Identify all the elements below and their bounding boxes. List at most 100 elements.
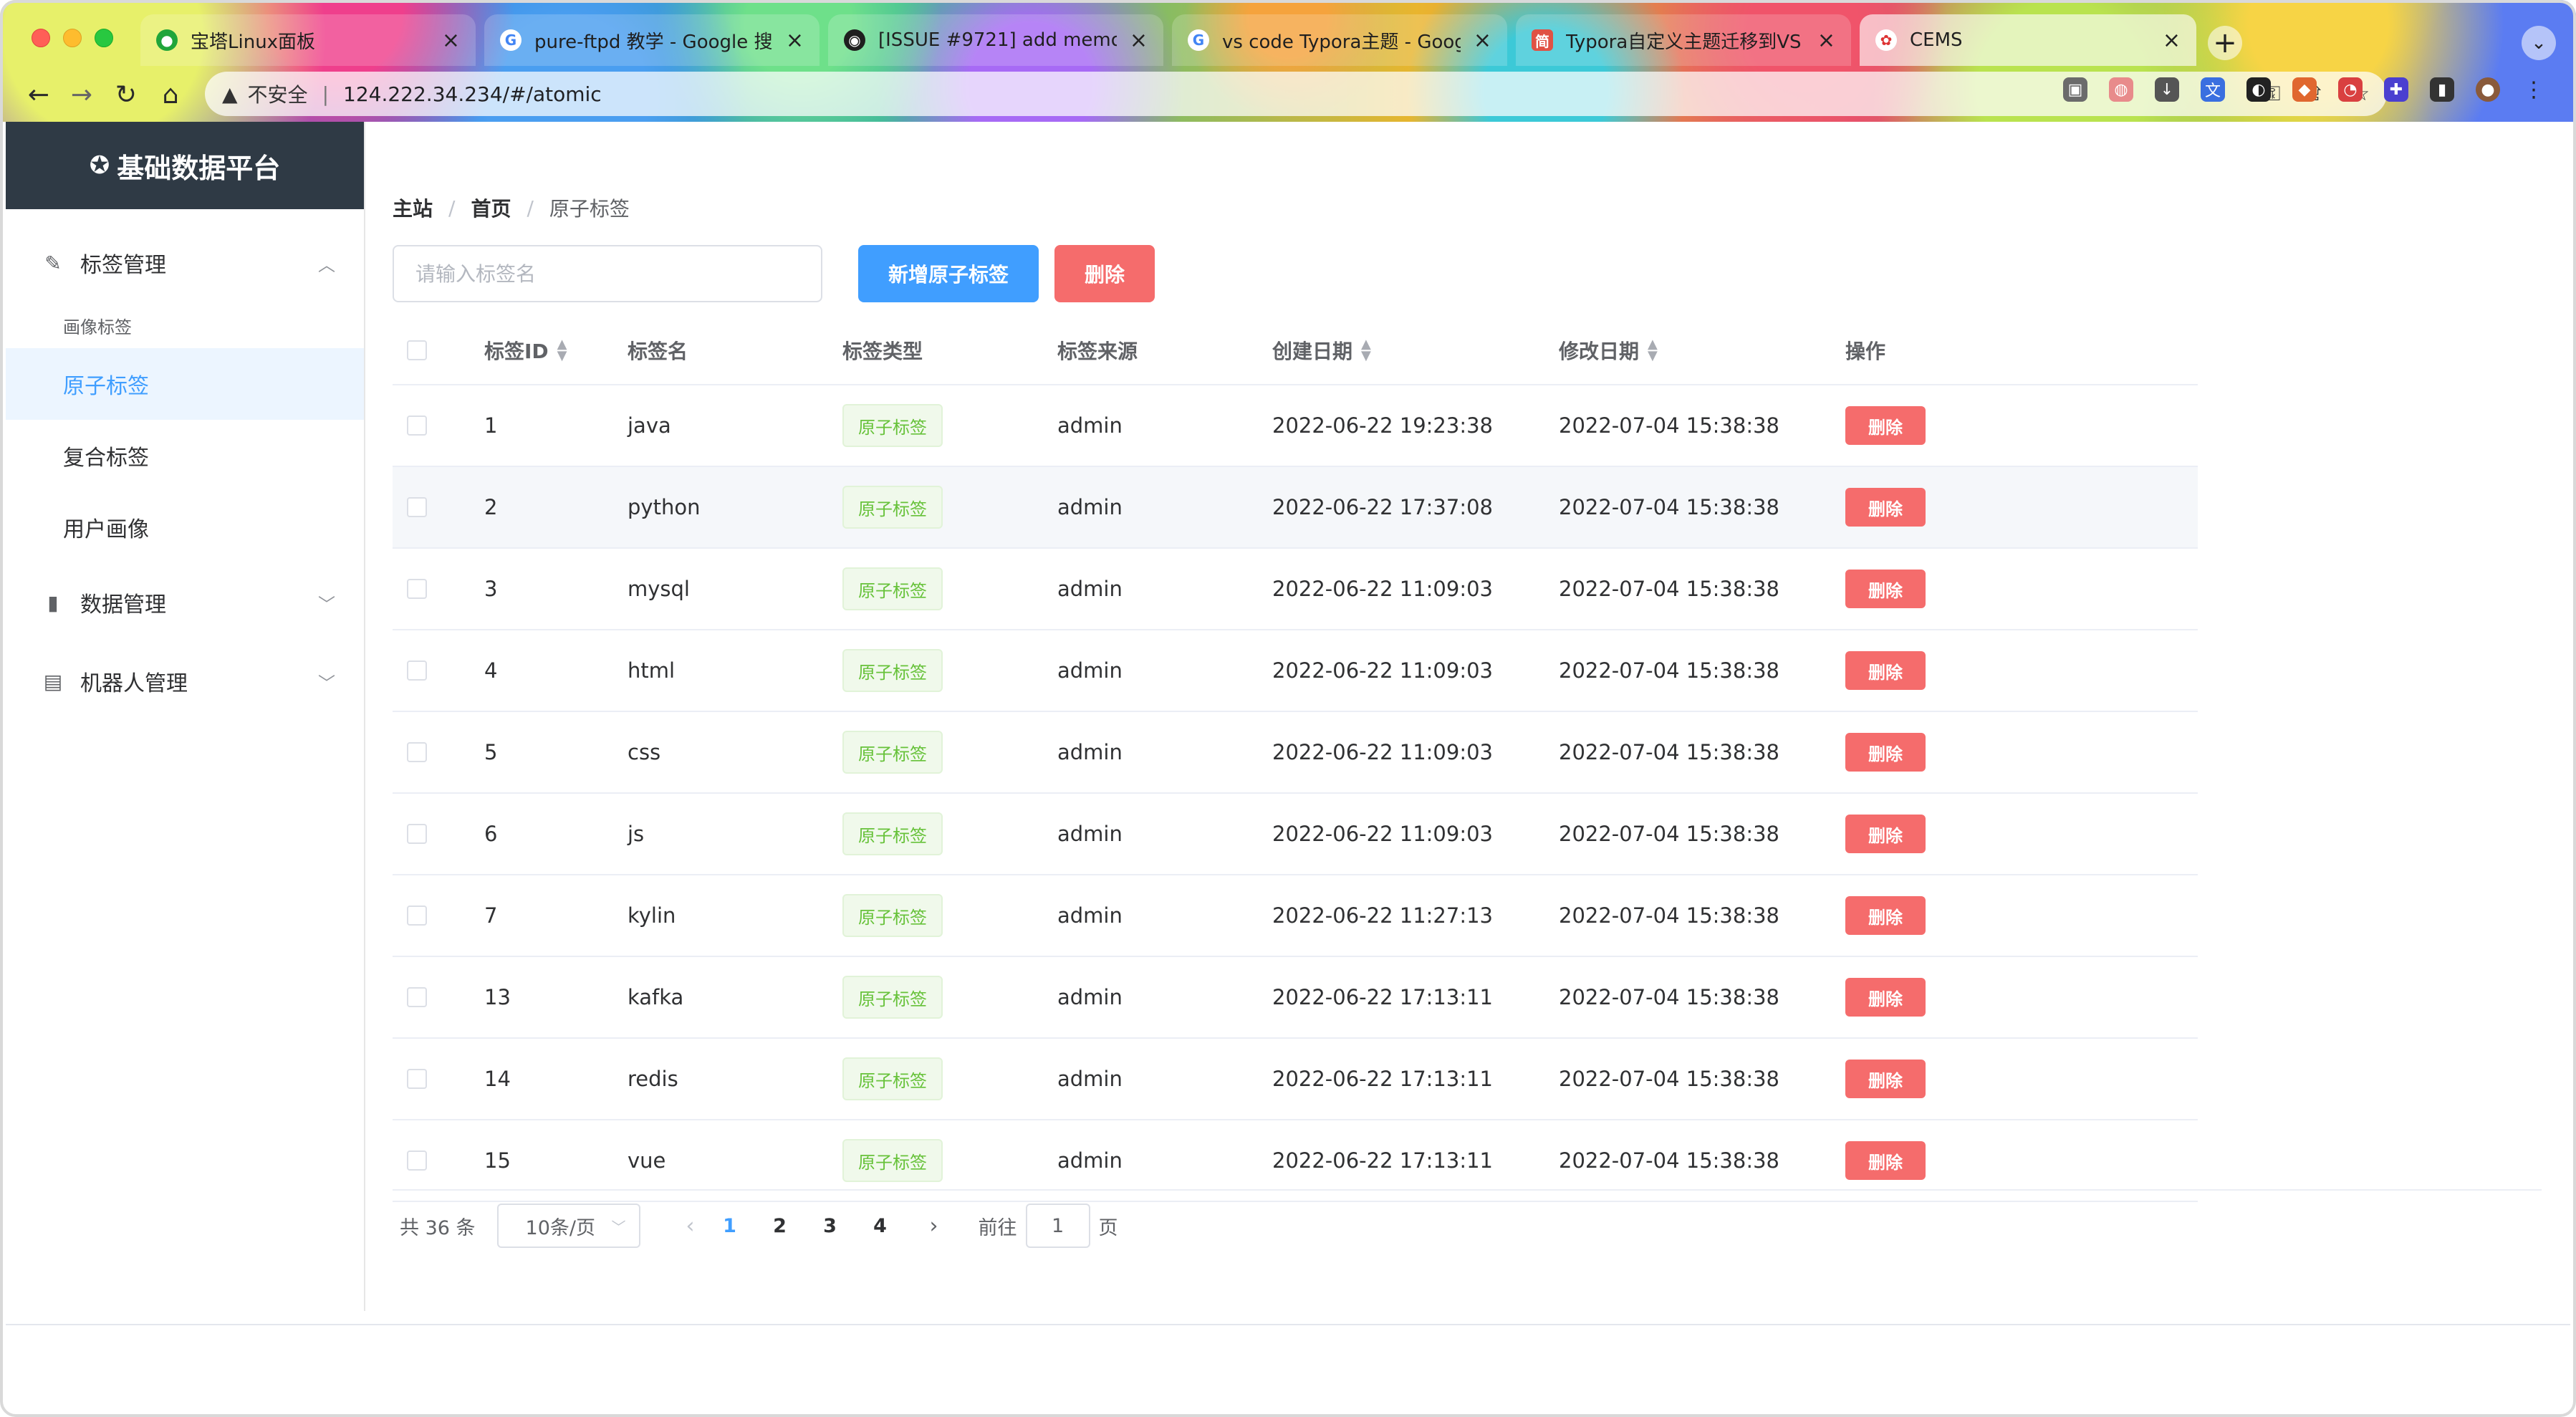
row-checkbox[interactable] (407, 742, 427, 762)
cell-id: 2 (484, 495, 498, 519)
add-atomic-tag-button[interactable]: 新增原子标签 (858, 245, 1039, 302)
close-icon[interactable]: × (2163, 28, 2181, 53)
forward-arrow-icon[interactable]: → (64, 77, 99, 112)
row-checkbox[interactable] (407, 497, 427, 517)
avatar[interactable]: ● (2476, 77, 2500, 102)
row-checkbox[interactable] (407, 1069, 427, 1089)
column-header-created[interactable]: 创建日期 ▲ ▼ (1272, 336, 1559, 365)
row-checkbox[interactable] (407, 416, 427, 436)
address-bar[interactable]: ▲ 不安全 | 124.222.34.234/#/atomic ⚿ ⇪ ☆ (205, 72, 2387, 116)
browser-tab-active[interactable]: ✿ CEMS × (1860, 14, 2196, 66)
extension-icon[interactable]: ◆ (2292, 77, 2317, 102)
row-checkbox[interactable] (407, 987, 427, 1007)
prev-page-icon[interactable]: ‹ (676, 1214, 705, 1239)
row-checkbox[interactable] (407, 1151, 427, 1171)
page-number[interactable]: 1 (705, 1215, 755, 1237)
sort-icon[interactable]: ▲ ▼ (557, 337, 567, 362)
table-row[interactable]: 3 mysql 原子标签 admin 2022-06-22 11:09:03 2… (393, 549, 2198, 630)
close-icon[interactable]: × (1130, 28, 1148, 53)
page-number[interactable]: 3 (805, 1215, 855, 1237)
google-icon: G (500, 29, 522, 51)
cell-actions: 删除 (1845, 488, 2060, 527)
page-number[interactable]: 4 (855, 1215, 905, 1237)
row-delete-button[interactable]: 删除 (1845, 1141, 1926, 1180)
table-row[interactable]: 13 kafka 原子标签 admin 2022-06-22 17:13:11 … (393, 957, 2198, 1039)
url-text[interactable]: 124.222.34.234/#/atomic (343, 82, 602, 106)
sort-icon[interactable]: ▲ ▼ (1361, 337, 1371, 362)
row-checkbox[interactable] (407, 906, 427, 926)
extension-icon[interactable]: ◔ (2338, 77, 2363, 102)
menu-group-data-management[interactable]: ▮ 数据管理 ﹀ (6, 563, 364, 642)
breadcrumb-item-site[interactable]: 主站 (393, 193, 433, 222)
tag-type-badge: 原子标签 (842, 1057, 943, 1100)
new-tab-button[interactable]: + (2208, 26, 2242, 60)
extension-icon[interactable]: ▣ (2063, 77, 2087, 102)
row-checkbox[interactable] (407, 661, 427, 681)
browser-tab[interactable]: G vs code Typora主题 - Google 搜 × (1172, 14, 1507, 66)
table-row[interactable]: 4 html 原子标签 admin 2022-06-22 11:09:03 20… (393, 630, 2198, 712)
row-delete-button[interactable]: 删除 (1845, 815, 1926, 853)
cell-id: 15 (484, 1148, 511, 1173)
menu-group-tag-management[interactable]: ✎ 标签管理 ︿ (6, 224, 364, 302)
breadcrumb-item-home[interactable]: 首页 (471, 193, 511, 222)
row-checkbox-cell (393, 824, 484, 844)
cell-source: admin (1057, 985, 1123, 1009)
window-close-button[interactable] (32, 29, 50, 47)
cell-name: redis (628, 1067, 678, 1091)
browser-tab[interactable]: 简 Typora自定义主题迁移到VS Co × (1516, 14, 1851, 66)
close-icon[interactable]: × (1474, 28, 1491, 53)
page-number[interactable]: 2 (755, 1215, 805, 1237)
warning-icon: ▲ (222, 82, 238, 106)
sidebar-item-composite-tags[interactable]: 复合标签 (6, 420, 364, 491)
close-icon[interactable]: × (1817, 28, 1835, 53)
sidebar-item-user-portrait[interactable]: 用户画像 (6, 491, 364, 563)
window-minimize-button[interactable] (63, 29, 82, 47)
page-size-select[interactable]: 10条/页 ﹀ (496, 1204, 640, 1248)
next-page-icon[interactable]: › (920, 1214, 948, 1239)
column-header-id[interactable]: 标签ID ▲ ▼ (484, 336, 628, 365)
tag-type-badge: 原子标签 (842, 812, 943, 855)
sidebar-item-atomic-tags[interactable]: 原子标签 (6, 348, 364, 420)
download-icon[interactable]: ↓ (2155, 77, 2179, 102)
extension-icon[interactable]: ◐ (2246, 77, 2271, 102)
more-menu-icon[interactable]: ⋮ (2522, 77, 2546, 102)
table-row[interactable]: 7 kylin 原子标签 admin 2022-06-22 11:27:13 2… (393, 875, 2198, 957)
close-icon[interactable]: × (786, 28, 804, 53)
row-checkbox[interactable] (407, 824, 427, 844)
extension-icon[interactable]: ◍ (2109, 77, 2133, 102)
sort-icon[interactable]: ▲ ▼ (1648, 337, 1658, 362)
back-arrow-icon[interactable]: ← (21, 77, 56, 112)
table-row[interactable]: 2 python 原子标签 admin 2022-06-22 17:37:08 … (393, 467, 2198, 549)
row-delete-button[interactable]: 删除 (1845, 896, 1926, 935)
row-checkbox[interactable] (407, 579, 427, 599)
row-delete-button[interactable]: 删除 (1845, 733, 1926, 772)
puzzle-icon[interactable]: ✚ (2384, 77, 2408, 102)
tag-name-search-input[interactable] (393, 245, 822, 302)
menu-group-robot-management[interactable]: ▤ 机器人管理 ﹀ (6, 642, 364, 721)
table-row[interactable]: 5 css 原子标签 admin 2022-06-22 11:09:03 202… (393, 712, 2198, 794)
browser-tab[interactable]: G pure-ftpd 教学 - Google 搜索 × (484, 14, 820, 66)
table-row[interactable]: 14 redis 原子标签 admin 2022-06-22 17:13:11 … (393, 1039, 2198, 1120)
bulk-delete-button[interactable]: 删除 (1054, 245, 1155, 302)
home-icon[interactable]: ⌂ (153, 77, 188, 112)
row-delete-button[interactable]: 删除 (1845, 1060, 1926, 1098)
window-zoom-button[interactable] (95, 29, 113, 47)
close-icon[interactable]: × (442, 28, 460, 53)
sidepanel-icon[interactable]: ▮ (2430, 77, 2454, 102)
table-row[interactable]: 6 js 原子标签 admin 2022-06-22 11:09:03 2022… (393, 794, 2198, 875)
goto-page-input[interactable] (1025, 1204, 1090, 1248)
browser-tab[interactable]: ● 宝塔Linux面板 × (140, 14, 476, 66)
table-row[interactable]: 1 java 原子标签 admin 2022-06-22 19:23:38 20… (393, 385, 2198, 467)
row-delete-button[interactable]: 删除 (1845, 651, 1926, 690)
brand-title: 基础数据平台 (117, 152, 281, 184)
chevron-down-icon[interactable]: ⌄ (2522, 26, 2556, 60)
reload-icon[interactable]: ↻ (109, 77, 143, 112)
row-delete-button[interactable]: 删除 (1845, 406, 1926, 445)
row-delete-button[interactable]: 删除 (1845, 570, 1926, 608)
row-delete-button[interactable]: 删除 (1845, 978, 1926, 1017)
row-delete-button[interactable]: 删除 (1845, 488, 1926, 527)
translate-icon[interactable]: 文 (2201, 77, 2225, 102)
browser-tab[interactable]: ◉ [ISSUE #9721] add memory lim × (828, 14, 1163, 66)
select-all-checkbox[interactable] (407, 340, 427, 360)
column-header-modified[interactable]: 修改日期 ▲ ▼ (1559, 336, 1845, 365)
